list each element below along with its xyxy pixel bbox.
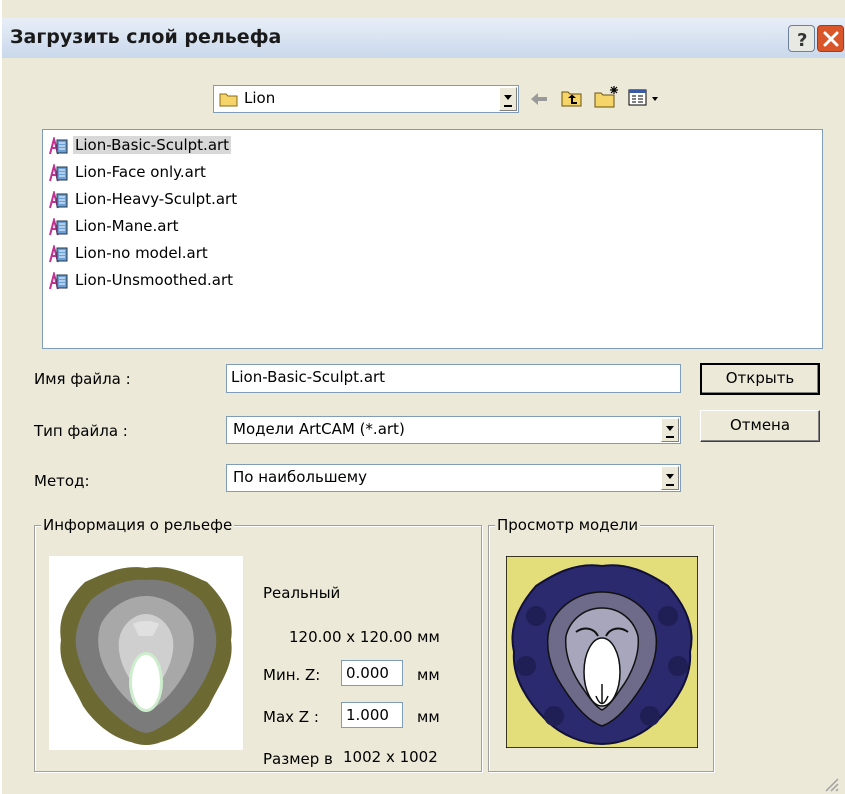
new-folder-icon[interactable] [593,84,621,110]
file-name: Lion-Heavy-Sculpt.art [75,190,238,208]
title-bar[interactable]: Загрузить слой рельефа ? [2,18,845,58]
folder-dropdown-button[interactable] [499,87,517,111]
artcam-file-icon [49,164,68,182]
up-folder-icon[interactable] [560,87,584,109]
window-title: Загрузить слой рельефа [10,26,282,48]
relief-info-title: Информация о рельефе [41,516,235,534]
close-icon [823,31,839,47]
filetype-label: Тип файла : [34,422,128,440]
max-z-value: 1.000 [346,706,389,724]
file-list[interactable]: Lion-Basic-Sculpt.art Lion-Face only.art… [42,129,823,349]
method-select[interactable]: По наибольшему [226,464,681,492]
size-label: Размер в [263,750,333,768]
dialog-client-area: Lion Lion-Basic-Sculpt.art Lion-Face onl… [8,58,841,794]
folder-icon [219,93,238,107]
filetype-value: Модели ArtCAM (*.art) [233,420,405,438]
method-value: По наибольшему [233,468,367,486]
min-z-value: 0.000 [346,664,389,682]
model-preview-title: Просмотр модели [495,516,641,534]
file-name: Lion-Unsmoothed.art [75,271,234,289]
artcam-file-icon [49,218,68,236]
folder-name: Lion [244,89,276,107]
filename-value: Lion-Basic-Sculpt.art [231,368,386,386]
help-button[interactable]: ? [788,25,815,52]
artcam-file-icon [49,137,68,155]
min-z-input[interactable]: 0.000 [341,660,403,686]
max-z-unit: мм [417,708,440,726]
max-z-label: Max Z : [263,708,319,726]
load-relief-layer-dialog: Загрузить слой рельефа ? Lion Lion-Basic… [0,0,845,794]
file-name: Lion-Face only.art [75,163,206,181]
file-name: Lion-Mane.art [75,217,179,235]
file-name: Lion-no model.art [75,244,208,262]
file-name: Lion-Basic-Sculpt.art [73,136,232,154]
view-menu-icon[interactable] [628,88,664,108]
resize-grip-icon[interactable] [823,776,839,792]
relief-thumbnail [49,556,243,750]
method-dropdown-button[interactable] [661,466,679,490]
model-preview-image [506,556,698,748]
filename-label: Имя файла : [34,370,131,388]
question-icon: ? [797,30,807,51]
artcam-file-icon [49,245,68,263]
artcam-file-icon [49,191,68,209]
method-label: Метод: [34,472,90,490]
folder-combobox[interactable]: Lion [213,85,519,113]
model-preview-group: Просмотр модели [488,516,714,772]
size-value: 1002 x 1002 [343,748,438,766]
max-z-input[interactable]: 1.000 [341,702,403,728]
artcam-file-icon [49,272,68,290]
filetype-select[interactable]: Модели ArtCAM (*.art) [226,416,681,444]
min-z-unit: мм [417,666,440,684]
relief-info-group: Информация о рельефе Реальный 120.00 x 1… [34,516,482,772]
close-button[interactable] [817,25,844,52]
min-z-label: Мин. Z: [263,666,321,684]
cancel-button[interactable]: Отмена [700,410,820,442]
filename-input[interactable]: Lion-Basic-Sculpt.art [226,364,681,393]
filetype-dropdown-button[interactable] [661,418,679,442]
back-arrow-icon[interactable] [528,89,550,109]
relief-dimensions: 120.00 x 120.00 мм [289,628,440,646]
relief-type: Реальный [263,584,341,602]
svg-text:?: ? [797,30,807,51]
open-button[interactable]: Открыть [700,363,820,395]
